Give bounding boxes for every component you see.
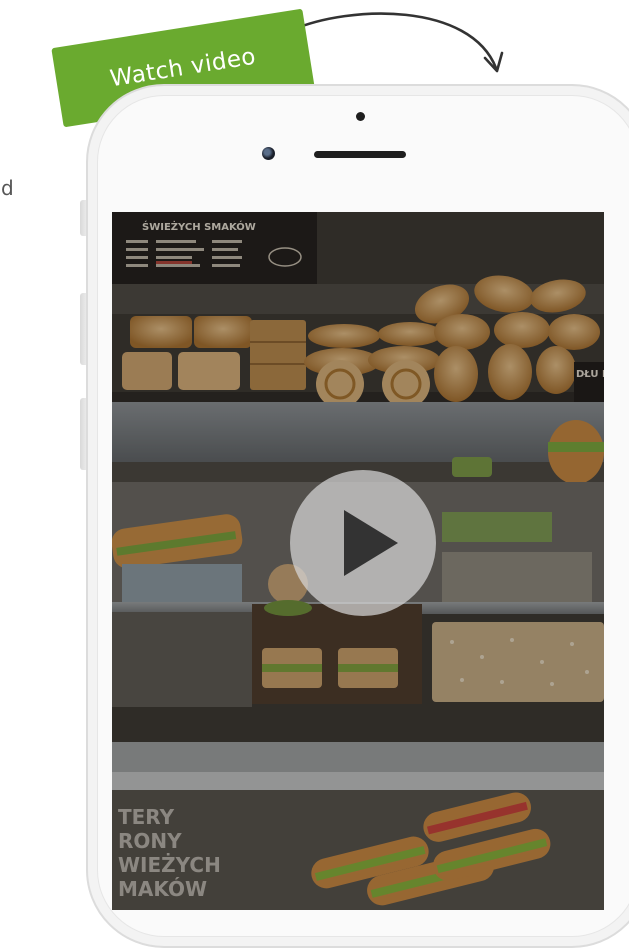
phone-sensor — [356, 112, 365, 121]
play-icon — [344, 510, 398, 576]
side-text-fragment: d — [1, 176, 14, 200]
phone-speaker — [314, 151, 406, 158]
front-camera-icon — [262, 147, 275, 160]
video-player[interactable]: ŚWIEŻYCH SMAKÓW — [112, 212, 604, 910]
curved-arrow-icon — [290, 12, 504, 73]
play-button[interactable] — [290, 470, 436, 616]
